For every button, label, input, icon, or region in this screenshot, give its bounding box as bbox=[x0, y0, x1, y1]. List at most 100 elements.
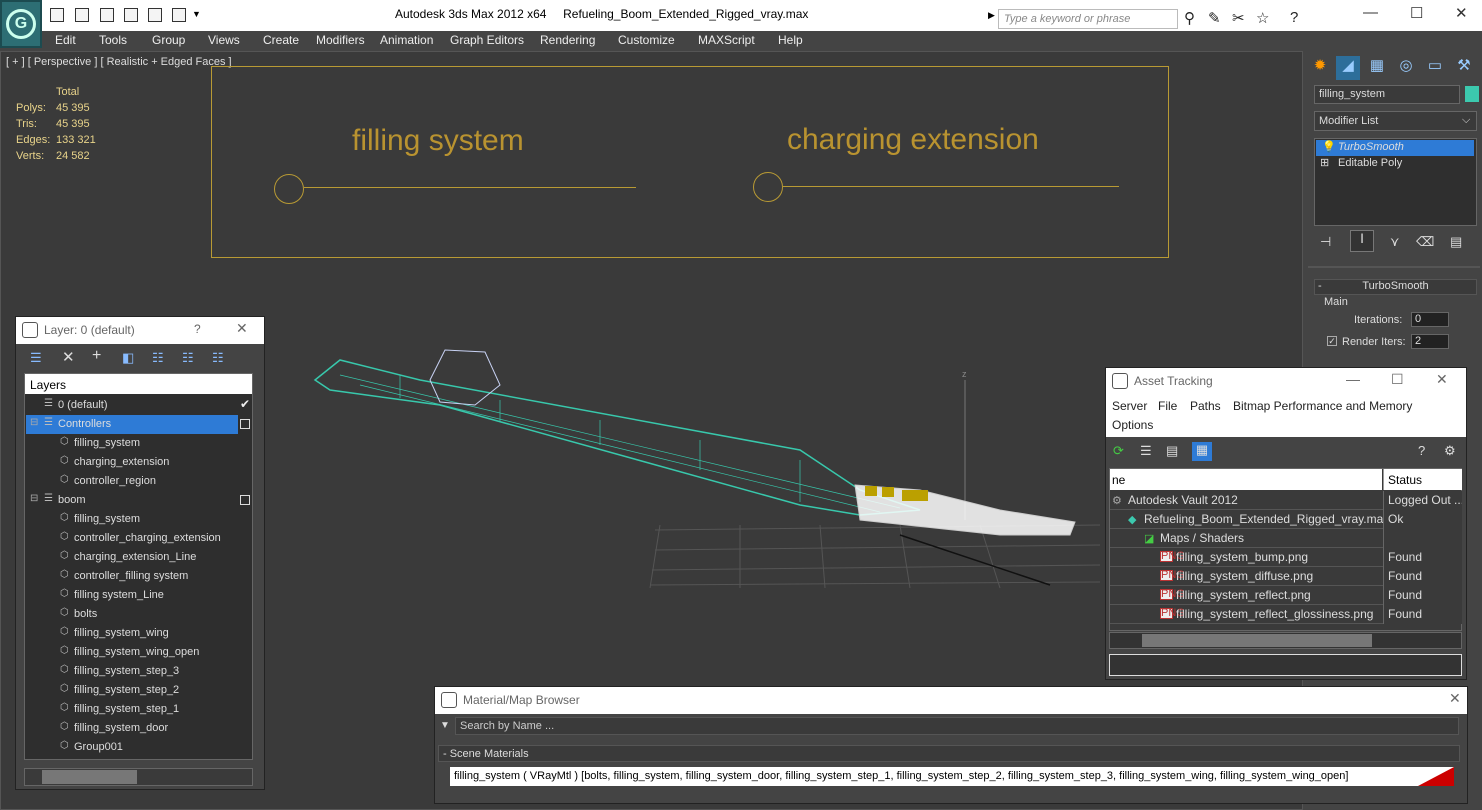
list-view-icon[interactable]: ☰ bbox=[1140, 443, 1152, 459]
close-icon[interactable]: ✕ bbox=[1449, 690, 1461, 707]
close-icon[interactable]: ✕ bbox=[1455, 4, 1468, 22]
material-window-titlebar[interactable]: Material/Map Browser ✕ bbox=[435, 687, 1467, 714]
asset-status-column-header[interactable]: Status bbox=[1383, 469, 1462, 490]
layer-object-row[interactable]: ⬡ controller_region bbox=[26, 472, 252, 491]
layer-object-row[interactable]: ⬡ bolts bbox=[26, 605, 252, 624]
chevron-down-icon[interactable]: ⌵ bbox=[1462, 114, 1470, 127]
filling-system-slider-handle[interactable] bbox=[274, 174, 304, 204]
layer-hide-toggle[interactable] bbox=[240, 419, 250, 429]
create-layer-icon[interactable]: ☰ bbox=[30, 350, 42, 366]
iterations-spinner[interactable]: 0 bbox=[1411, 312, 1449, 327]
asset-row[interactable]: PNG filling_system_reflect.png Found bbox=[1110, 586, 1462, 605]
asset-row[interactable]: PNG filling_system_diffuse.png Found bbox=[1110, 567, 1462, 586]
menu-edit[interactable]: Edit bbox=[55, 33, 76, 47]
app-logo-button[interactable]: G bbox=[0, 0, 42, 48]
viewport-label[interactable]: [ + ] [ Perspective ] [ Realistic + Edge… bbox=[6, 56, 232, 68]
modifier-list-dropdown[interactable]: Modifier List bbox=[1314, 111, 1477, 131]
scene-model[interactable]: z bbox=[300, 330, 1120, 600]
hold-icon[interactable] bbox=[124, 8, 138, 22]
tree-view-icon[interactable]: ▤ bbox=[1166, 443, 1178, 459]
menu-rendering[interactable]: Rendering bbox=[540, 33, 595, 47]
menu-views[interactable]: Views bbox=[208, 33, 240, 47]
refresh-icon[interactable]: ⟳ bbox=[1113, 443, 1124, 459]
browser-options-icon[interactable]: ▼ bbox=[440, 720, 450, 731]
undo-icon[interactable] bbox=[148, 8, 162, 22]
turbosmooth-rollout-header[interactable]: TurboSmooth bbox=[1314, 279, 1477, 295]
help-icon[interactable]: ? bbox=[1290, 9, 1298, 26]
asset-path-field[interactable] bbox=[1109, 654, 1462, 676]
menu-group[interactable]: Group bbox=[152, 33, 185, 47]
current-layer-check-icon[interactable]: ✔ bbox=[240, 397, 250, 411]
asset-help-icon[interactable]: ? bbox=[1418, 443, 1425, 458]
asset-menu-bitmap[interactable]: Bitmap Performance and Memory bbox=[1233, 399, 1412, 413]
scrollbar-thumb[interactable] bbox=[42, 770, 137, 784]
layer-object-row[interactable]: ⬡ filling_system_wing_open bbox=[26, 643, 252, 662]
select-objects-icon[interactable]: ◧ bbox=[122, 350, 134, 366]
delete-layer-icon[interactable]: ✕ bbox=[62, 348, 75, 366]
make-unique-icon[interactable]: ⋎ bbox=[1390, 234, 1400, 250]
layer-object-row[interactable]: ⬡ filling system_Line bbox=[26, 586, 252, 605]
motion-tab-icon[interactable]: ◎ bbox=[1394, 56, 1418, 80]
asset-row[interactable]: PNG filling_system_reflect_glossiness.png… bbox=[1110, 605, 1462, 624]
quick-access-dropdown-icon[interactable]: ▼ bbox=[192, 9, 201, 19]
minimize-icon[interactable]: — bbox=[1346, 371, 1360, 387]
menu-animation[interactable]: Animation bbox=[380, 33, 433, 47]
object-color-swatch[interactable] bbox=[1465, 86, 1479, 102]
boom-wireframe[interactable] bbox=[313, 359, 921, 516]
layer-object-row[interactable]: ⬡ filling_system bbox=[26, 510, 252, 529]
material-search-input[interactable]: Search by Name ... bbox=[455, 717, 1459, 735]
collapse-icon[interactable]: ⊟ bbox=[30, 493, 38, 504]
save-icon[interactable] bbox=[75, 8, 89, 22]
layer-object-row[interactable]: ⬡ filling_system_step_3 bbox=[26, 662, 252, 681]
menu-maxscript[interactable]: MAXScript bbox=[698, 33, 755, 47]
layer-object-row[interactable]: ⬡ controller_filling system bbox=[26, 567, 252, 586]
layer-object-row[interactable]: ⬡ Group001 bbox=[26, 738, 252, 757]
menu-create[interactable]: Create bbox=[263, 33, 299, 47]
redo-icon[interactable] bbox=[172, 8, 186, 22]
asset-menu-file[interactable]: File bbox=[1158, 399, 1177, 413]
scrollbar-thumb[interactable] bbox=[1142, 634, 1372, 647]
maximize-icon[interactable]: ☐ bbox=[1391, 371, 1404, 388]
utilities-tab-icon[interactable]: ⚒ bbox=[1452, 56, 1476, 80]
asset-row[interactable]: PNG filling_system_bump.png Found bbox=[1110, 548, 1462, 567]
new-icon[interactable] bbox=[100, 8, 114, 22]
close-icon[interactable]: ✕ bbox=[236, 320, 248, 337]
asset-window-titlebar[interactable]: Asset Tracking — ☐ ✕ bbox=[1106, 368, 1466, 395]
stack-item-editable-poly[interactable]: Editable Poly bbox=[1316, 156, 1474, 172]
favorites-star-icon[interactable]: ☆ bbox=[1256, 9, 1269, 27]
layer-object-row[interactable]: ⬡ filling_system bbox=[26, 434, 252, 453]
asset-row[interactable]: ◆ Refueling_Boom_Extended_Rigged_vray.max… bbox=[1110, 510, 1462, 529]
open-icon[interactable] bbox=[50, 8, 64, 22]
scene-materials-group[interactable]: - Scene Materials bbox=[438, 745, 1460, 762]
select-layer-icon[interactable]: ☷ bbox=[152, 350, 164, 366]
lightbulb-icon[interactable]: 💡 bbox=[1322, 140, 1336, 153]
layer-row[interactable]: ⊟ ☰ Controllers bbox=[26, 415, 238, 434]
table-view-icon[interactable]: ▦ bbox=[1192, 442, 1212, 461]
remove-modifier-icon[interactable]: ⌫ bbox=[1416, 234, 1434, 250]
charging-extension-slider-handle[interactable] bbox=[753, 172, 783, 202]
create-tab-icon[interactable]: ✹ bbox=[1308, 56, 1332, 80]
layer-object-row[interactable]: ⬡ charging_extension_Line bbox=[26, 548, 252, 567]
menu-help[interactable]: Help bbox=[778, 33, 803, 47]
asset-menu-options[interactable]: Options bbox=[1112, 418, 1153, 432]
add-to-layer-icon[interactable]: + bbox=[92, 347, 101, 365]
asset-name-column-header[interactable]: ne bbox=[1110, 469, 1382, 490]
object-name-field[interactable]: filling_system bbox=[1314, 85, 1460, 104]
menu-modifiers[interactable]: Modifiers bbox=[316, 33, 365, 47]
stack-item-turbosmooth[interactable]: TurboSmooth bbox=[1316, 140, 1474, 156]
render-iters-checkbox[interactable]: ✓ bbox=[1327, 336, 1337, 346]
set-current-layer-icon[interactable]: ☷ bbox=[182, 350, 194, 366]
pin-stack-icon[interactable]: ⊣ bbox=[1320, 234, 1331, 250]
asset-row[interactable]: ◪ Maps / Shaders bbox=[1110, 529, 1462, 548]
menu-tools[interactable]: Tools bbox=[99, 33, 127, 47]
layer-row[interactable]: ⊟ ☰ boom bbox=[26, 491, 252, 510]
hide-all-icon[interactable]: ☷ bbox=[212, 350, 224, 366]
asset-settings-icon[interactable]: ⚙ bbox=[1444, 443, 1456, 459]
show-end-result-icon[interactable]: Ⅰ bbox=[1350, 230, 1374, 252]
subscription-icon[interactable]: ✎ bbox=[1208, 9, 1221, 27]
modify-tab-icon[interactable]: ◢ bbox=[1336, 56, 1360, 80]
asset-menu-server[interactable]: Server bbox=[1112, 399, 1147, 413]
asset-row[interactable]: ⚙ Autodesk Vault 2012 Logged Out ... bbox=[1110, 491, 1462, 510]
menu-customize[interactable]: Customize bbox=[618, 33, 675, 47]
controller-region[interactable] bbox=[211, 66, 1169, 258]
